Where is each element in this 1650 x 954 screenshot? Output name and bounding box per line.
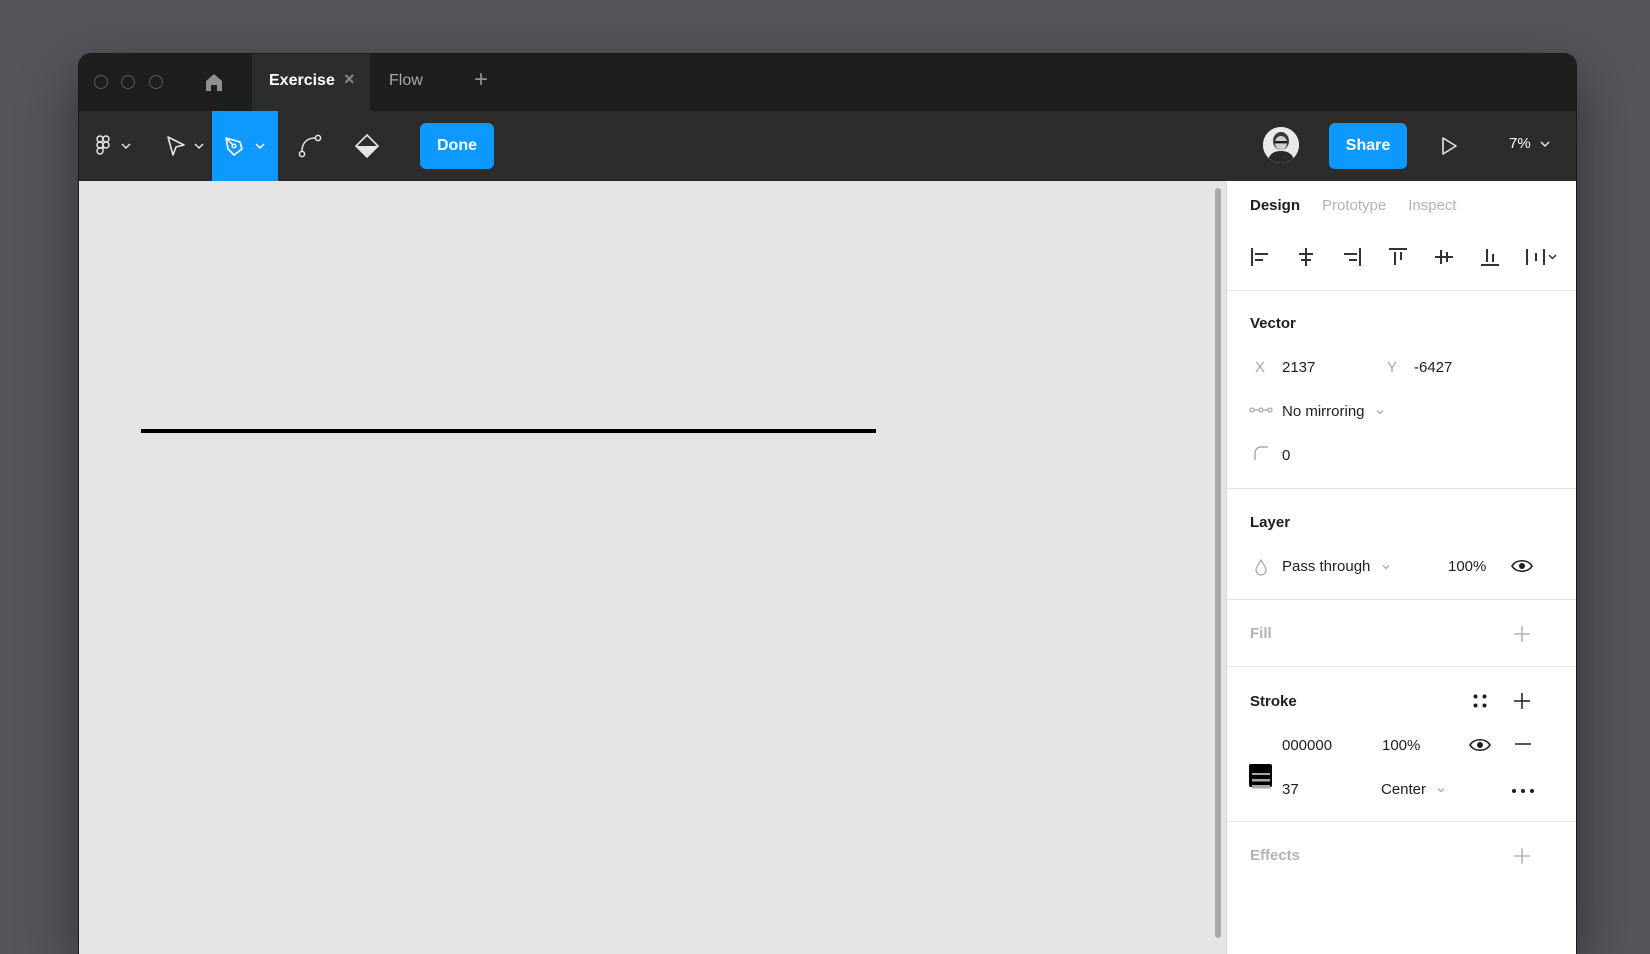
tab-label: Exercise — [269, 72, 335, 89]
mirroring-icon — [1249, 403, 1273, 421]
y-field[interactable]: -6427 — [1414, 359, 1452, 376]
figma-menu-icon — [96, 135, 131, 155]
properties-panel: Design Prototype Inspect Vector X 2137 Y… — [1227, 181, 1576, 954]
toolbar: Done Share 7% — [79, 111, 1576, 181]
align-left-button[interactable] — [1249, 242, 1295, 272]
vector-line[interactable] — [141, 429, 876, 433]
corner-radius-icon — [1253, 445, 1269, 465]
align-horizontal-center-button[interactable] — [1295, 242, 1341, 272]
align-left-icon — [1251, 248, 1268, 266]
style-grid-icon — [1473, 694, 1487, 708]
stroke-color-field[interactable]: 000000 — [1282, 737, 1332, 754]
blend-mode-dropdown[interactable]: Pass through — [1282, 558, 1391, 575]
share-button[interactable]: Share — [1329, 123, 1407, 169]
new-tab-button[interactable]: + — [474, 66, 488, 94]
x-label: X — [1255, 359, 1266, 376]
align-bottom-icon — [1481, 249, 1499, 266]
bend-tool-button[interactable] — [286, 111, 334, 181]
distribute-button[interactable] — [1525, 242, 1571, 272]
distribute-icon — [1526, 249, 1557, 265]
paint-bucket-icon — [354, 133, 380, 159]
done-button[interactable]: Done — [420, 123, 494, 169]
tab-label: Flow — [389, 72, 423, 89]
align-horizontal-center-icon — [1299, 248, 1313, 266]
divider — [1227, 488, 1576, 489]
plus-icon — [1514, 848, 1530, 864]
tab-exercise[interactable]: Exercise × — [252, 54, 370, 111]
alignment-toolbar — [1249, 242, 1571, 272]
section-title-layer: Layer — [1250, 514, 1291, 531]
tab-close-icon[interactable]: × — [344, 69, 355, 90]
move-tool-button[interactable] — [159, 111, 211, 181]
minus-icon — [1515, 743, 1531, 745]
divider — [1227, 290, 1576, 291]
stroke-weight-icon — [1251, 772, 1271, 794]
plus-icon — [1514, 626, 1530, 642]
figma-menu-button[interactable] — [91, 111, 139, 181]
paint-bucket-button[interactable] — [343, 111, 391, 181]
zoom-level: 7% — [1509, 135, 1531, 152]
mirroring-dropdown[interactable]: No mirroring — [1282, 403, 1385, 420]
pen-tool-icon — [225, 137, 265, 156]
zoom-dropdown[interactable]: 7% — [1509, 135, 1551, 152]
mirroring-value: No mirroring — [1282, 403, 1365, 420]
corner-radius-field[interactable]: 0 — [1282, 447, 1290, 464]
eye-icon[interactable] — [1469, 735, 1491, 759]
title-bar: Exercise × Flow + — [79, 54, 1576, 111]
chevron-down-icon — [1437, 788, 1445, 793]
align-bottom-button[interactable] — [1479, 242, 1525, 272]
bend-tool-icon — [298, 134, 322, 158]
home-icon[interactable] — [203, 71, 225, 93]
align-vertical-center-button[interactable] — [1433, 242, 1479, 272]
tab-design[interactable]: Design — [1250, 197, 1300, 214]
add-stroke-button[interactable] — [1513, 692, 1531, 714]
pen-tool-button[interactable] — [212, 111, 278, 181]
blend-mode-value: Pass through — [1282, 558, 1371, 575]
tab-inspect[interactable]: Inspect — [1408, 197, 1456, 214]
layer-opacity-field[interactable]: 100% — [1448, 558, 1486, 575]
section-title-stroke: Stroke — [1250, 693, 1297, 710]
move-tool-icon — [167, 136, 204, 156]
divider — [1227, 666, 1576, 667]
align-vertical-center-icon — [1435, 250, 1453, 264]
stroke-weight-field[interactable]: 37 — [1282, 781, 1299, 798]
chevron-down-icon — [1376, 410, 1384, 415]
play-icon — [1442, 137, 1457, 155]
chevron-down-icon — [1540, 140, 1550, 147]
stroke-position-dropdown[interactable]: Center — [1381, 781, 1446, 798]
align-right-icon — [1344, 248, 1361, 266]
window-close-button[interactable] — [94, 75, 108, 89]
avatar[interactable] — [1263, 127, 1299, 163]
align-top-icon — [1389, 248, 1407, 265]
advanced-stroke-button[interactable] — [1511, 782, 1535, 799]
remove-stroke-button[interactable] — [1514, 735, 1532, 757]
divider — [1227, 599, 1576, 600]
blend-mode-icon — [1254, 558, 1268, 580]
tab-prototype[interactable]: Prototype — [1322, 197, 1386, 214]
eye-icon[interactable] — [1511, 556, 1533, 580]
plus-icon — [1514, 693, 1530, 709]
section-title-effects: Effects — [1250, 847, 1301, 864]
section-title-vector: Vector — [1250, 315, 1296, 332]
panel-tabs: Design Prototype Inspect — [1250, 197, 1457, 214]
canvas[interactable] — [79, 181, 1226, 954]
app-window: Exercise × Flow + Done Share 7% Design P… — [79, 54, 1576, 954]
divider — [1227, 821, 1576, 822]
add-fill-button[interactable] — [1513, 625, 1531, 647]
canvas-scrollbar[interactable] — [1215, 188, 1221, 938]
window-zoom-button[interactable] — [149, 75, 163, 89]
y-label: Y — [1387, 359, 1398, 376]
present-button[interactable] — [1439, 135, 1459, 162]
more-icon — [1512, 789, 1534, 793]
window-minimize-button[interactable] — [121, 75, 135, 89]
x-field[interactable]: 2137 — [1282, 359, 1315, 376]
add-effect-button[interactable] — [1513, 847, 1531, 869]
style-library-button[interactable] — [1472, 693, 1488, 713]
section-title-fill: Fill — [1250, 625, 1272, 642]
align-top-button[interactable] — [1387, 242, 1433, 272]
chevron-down-icon — [1382, 565, 1390, 570]
stroke-opacity-field[interactable]: 100% — [1382, 737, 1420, 754]
stroke-position-value: Center — [1381, 781, 1427, 798]
align-right-button[interactable] — [1341, 242, 1387, 272]
